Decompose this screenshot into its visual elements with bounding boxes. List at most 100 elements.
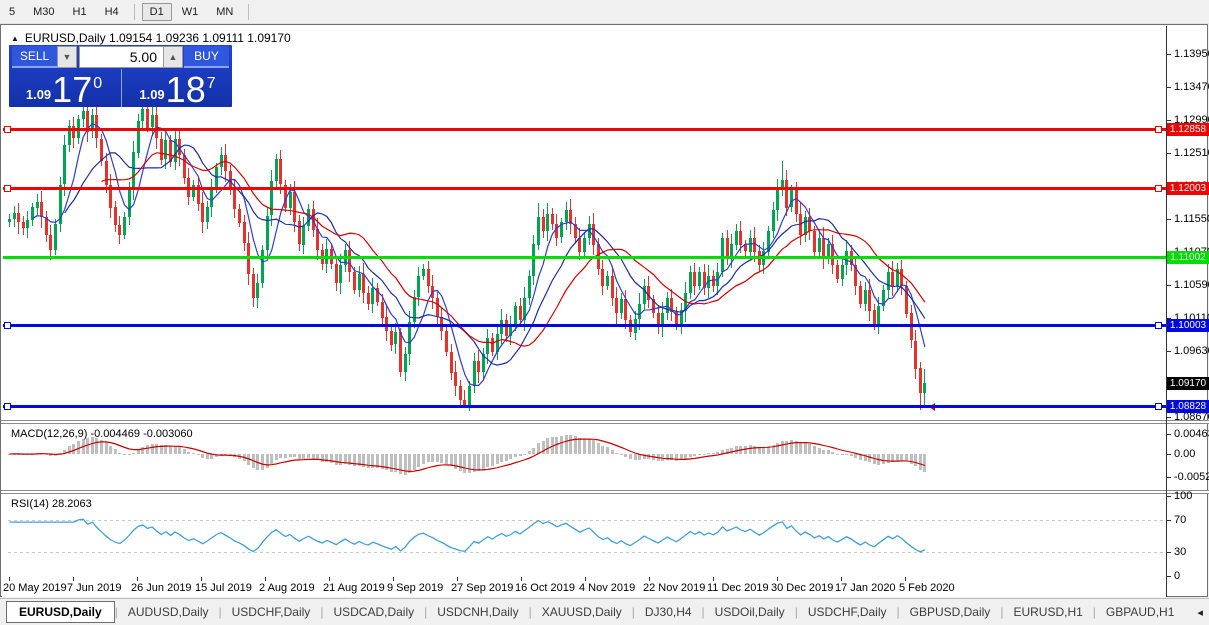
spin-up-icon: ▲ xyxy=(168,52,178,62)
chart-title: ▲ EURUSD,Daily 1.09154 1.09236 1.09111 1.… xyxy=(11,31,291,45)
date-tick-mark xyxy=(457,577,458,581)
chart-tab-gbpusd-daily[interactable]: GBPUSD,Daily xyxy=(900,602,1001,622)
price-tick-mark xyxy=(1167,120,1171,121)
buy-price-sup: 7 xyxy=(206,75,216,92)
chart-tab-xauusd-daily[interactable]: XAUUSD,Daily xyxy=(532,602,632,622)
volume-decrease-button[interactable]: ▼ xyxy=(57,46,77,68)
date-label: 30 Dec 2019 xyxy=(771,582,834,594)
level-price-tag: 1.11002 xyxy=(1167,250,1209,264)
date-tick-mark xyxy=(201,577,202,581)
level-line-handle[interactable] xyxy=(1155,322,1162,330)
buy-price-display[interactable]: 1.09 18 7 xyxy=(121,69,233,108)
level-line-1.12003[interactable] xyxy=(3,186,1166,190)
level-price-tag: 1.12858 xyxy=(1167,123,1209,137)
date-label: 11 Dec 2019 xyxy=(707,582,769,594)
price-tick-mark xyxy=(1167,54,1171,55)
date-tick-mark xyxy=(585,577,586,581)
rsi-tick-label: 0 xyxy=(1174,570,1181,582)
timeframe-button-d1[interactable]: D1 xyxy=(141,2,172,21)
one-click-panel-toggle-icon[interactable]: ▲ xyxy=(11,34,19,43)
sell-price-display[interactable]: 1.09 17 0 xyxy=(9,69,119,108)
price-tick-mark xyxy=(1167,153,1171,154)
rsi-indicator-canvas[interactable] xyxy=(8,494,1166,575)
level-line-handle[interactable] xyxy=(4,126,11,134)
level-line-1.10003[interactable] xyxy=(3,324,1166,328)
rsi-tick-mark xyxy=(1167,496,1171,497)
chart-tab-usdchf-daily[interactable]: USDCHF,Daily xyxy=(798,602,897,622)
date-tick-mark xyxy=(905,577,906,581)
level-price-tag: 1.10003 xyxy=(1167,319,1209,333)
date-axis[interactable]: 20 May 2019 7 Jun 2019 26 Jun 2019 15 Jul 2… xyxy=(2,577,1166,597)
macd-tick-mark xyxy=(1167,454,1171,455)
date-label: 4 Nov 2019 xyxy=(579,582,636,594)
level-line-handle[interactable] xyxy=(1155,126,1162,134)
level-price-tag: 1.08828 xyxy=(1167,400,1209,414)
sell-price-small: 1.09 xyxy=(25,87,52,102)
level-line-handle[interactable] xyxy=(4,403,11,411)
volume-input[interactable]: 5.00 xyxy=(79,46,164,68)
level-line-1.08828[interactable] xyxy=(3,405,1166,409)
buy-price-small: 1.09 xyxy=(139,87,165,102)
date-label: 15 Jul 2019 xyxy=(195,582,252,594)
timeframe-button-5[interactable]: 5 xyxy=(1,3,23,21)
rsi-tick-label: 30 xyxy=(1174,546,1187,558)
trade-panel-top-row: SELL ▼ 5.00 ▲ BUY xyxy=(9,45,232,68)
tab-scroll-left-icon[interactable]: ◂ xyxy=(1192,606,1208,619)
rsi-tick-mark xyxy=(1167,552,1171,553)
date-tick-mark xyxy=(137,577,138,581)
timeframe-button-mn[interactable]: MN xyxy=(208,3,241,21)
level-line-handle[interactable] xyxy=(4,184,11,192)
date-tick-mark xyxy=(265,577,266,581)
sell-button[interactable]: SELL xyxy=(12,46,57,68)
chart-tab-audusd-daily[interactable]: AUDUSD,Daily xyxy=(118,602,219,622)
timeframe-button-m30[interactable]: M30 xyxy=(25,3,62,21)
level-line-1.12858[interactable] xyxy=(3,128,1166,132)
timeframe-button-h1[interactable]: H1 xyxy=(65,3,95,21)
price-tick-mark xyxy=(1167,87,1171,88)
chart-tab-dj30-h4[interactable]: DJ30,H4 xyxy=(635,602,702,622)
macd-tick-label: 0.00463 xyxy=(1174,428,1209,440)
date-label: 2 Aug 2019 xyxy=(259,582,315,594)
date-label: 5 Feb 2020 xyxy=(899,582,955,594)
toolbar-separator xyxy=(248,3,250,20)
chart-tab-usdoil-daily[interactable]: USDOil,Daily xyxy=(705,602,795,622)
macd-tick-label: -0.005299 xyxy=(1174,470,1209,483)
rsi-tick-mark xyxy=(1167,576,1171,577)
price-tick-label: 1.12510 xyxy=(1174,147,1209,159)
toolbar-separator xyxy=(133,3,135,20)
rsi-tick-label: 100 xyxy=(1174,490,1193,502)
timeframe-button-h4[interactable]: H4 xyxy=(97,3,127,21)
chart-tab-eurusd-daily[interactable]: EURUSD,Daily xyxy=(6,601,115,623)
price-tick-label: 1.11550 xyxy=(1174,213,1209,225)
price-tick-label: 1.10590 xyxy=(1174,279,1209,291)
sell-price-sup: 0 xyxy=(93,75,103,92)
date-label: 20 May 2019 xyxy=(3,582,67,594)
level-line-handle[interactable] xyxy=(4,322,11,330)
timeframe-toolbar: 5 M30 H1 H4 D1 W1 MN xyxy=(0,0,1209,24)
chart-tab-usdcnh-daily[interactable]: USDCNH,Daily xyxy=(427,602,528,622)
chart-tab-gbpaud-h1[interactable]: GBPAUD,H1 xyxy=(1096,602,1184,622)
date-tick-mark xyxy=(521,577,522,581)
buy-button[interactable]: BUY xyxy=(184,46,229,68)
volume-increase-button[interactable]: ▲ xyxy=(163,46,183,68)
macd-label: MACD(12,26,9) -0.004469 -0.003060 xyxy=(11,428,193,440)
date-tick-mark xyxy=(9,577,10,581)
rsi-label: RSI(14) 28.2063 xyxy=(11,498,92,510)
level-line-handle[interactable] xyxy=(1155,403,1162,411)
chart-tab-usdchf-daily[interactable]: USDCHF,Daily xyxy=(222,602,321,622)
rsi-tick-label: 70 xyxy=(1174,514,1187,526)
chart-tab-bar: EURUSD,Daily | AUDUSD,Daily | USDCHF,Daily | U… xyxy=(0,598,1209,625)
one-click-trading-panel: SELL ▼ 5.00 ▲ BUY 1.09 17 0 1.09 18 7 xyxy=(9,45,233,108)
date-label: 21 Aug 2019 xyxy=(323,582,385,594)
chart-tab-usdcad-daily[interactable]: USDCAD,Daily xyxy=(323,602,424,622)
price-tick-label: 1.13950 xyxy=(1174,48,1209,60)
date-tick-mark xyxy=(713,577,714,581)
price-tick-label: 1.09630 xyxy=(1174,345,1209,357)
timeframe-button-w1[interactable]: W1 xyxy=(174,3,207,21)
chart-tab-eurusd-h1[interactable]: EURUSD,H1 xyxy=(1003,602,1092,622)
level-price-tag: 1.12003 xyxy=(1167,181,1209,195)
mt4-terminal: 5 M30 H1 H4 D1 W1 MN ▲ EURUSD,Daily 1.09154 1.0… xyxy=(0,0,1209,625)
level-line-1.11002[interactable] xyxy=(3,255,1166,259)
date-label: 16 Oct 2019 xyxy=(515,582,575,594)
level-line-handle[interactable] xyxy=(1155,184,1162,192)
